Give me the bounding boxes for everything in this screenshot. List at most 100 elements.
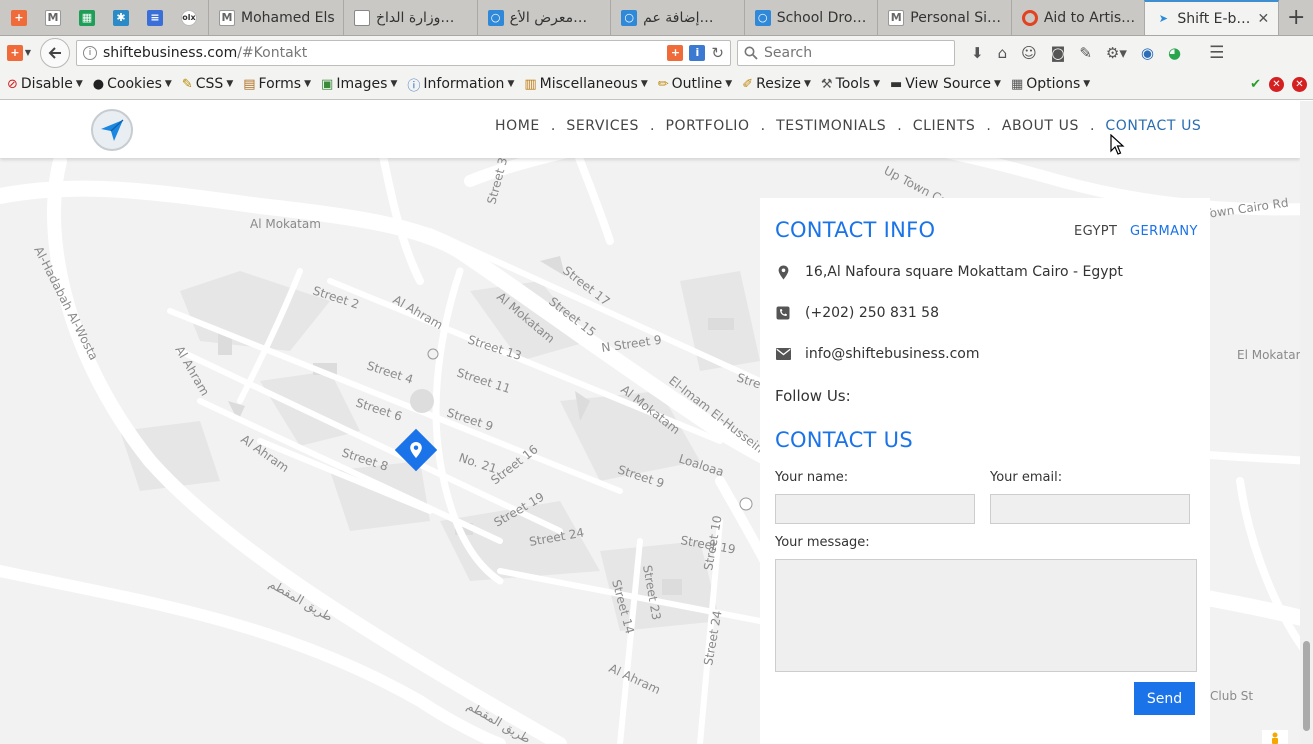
search-bar[interactable] [737,39,955,66]
pen-icon[interactable]: ✎ [1079,44,1092,62]
nav-home[interactable]: HOME [495,118,540,134]
nav-clients[interactable]: CLIENTS [913,118,976,134]
pocket-icon[interactable]: ◙ [1051,44,1066,62]
nav-about-us[interactable]: ABOUT US [1002,118,1079,134]
source-window-icon: ▬ [889,76,903,92]
svg-text:Al Mokatam: Al Mokatam [250,217,321,231]
new-tab-button[interactable]: + [1279,0,1313,35]
devbar-information[interactable]: ⓘ Information ▼ [402,75,519,94]
pencil-icon: ✏ [657,76,669,92]
doc-icon [354,9,370,26]
scrollbar-thumb[interactable] [1303,641,1310,731]
country-germany-link[interactable]: GERMANY [1130,224,1198,239]
back-arrow-icon [48,46,61,59]
devbar-options[interactable]: ▦ Options ▼ [1006,76,1095,92]
hamburger-menu-icon[interactable]: ☰ [1209,43,1224,63]
pinned-tab-asterisk[interactable]: ✱ [106,1,136,35]
location-pin-icon [410,442,422,458]
tab-title: Aid to Artis… [1043,9,1136,26]
email-link[interactable]: info@shiftebusiness.com [805,346,979,362]
tab[interactable]: Aid to Artis… [1010,0,1145,35]
pinned-tab-sheets[interactable]: ▦ [72,1,102,35]
name-input[interactable] [775,494,975,524]
phone-icon [775,306,791,320]
ruler-icon: ✐ [742,76,754,92]
search-input[interactable] [764,44,934,61]
nav-separator: . [760,118,766,134]
tab[interactable]: M Personal Si… [877,0,1011,35]
addon-menu-button[interactable]: + ▼ [4,40,34,66]
nav-portfolio[interactable]: PORTFOLIO [666,118,750,134]
devbar-tools[interactable]: ⚒ Tools ▼ [816,76,885,92]
devbar-css[interactable]: ✎ CSS ▼ [177,76,238,92]
devbar-view-source[interactable]: ▬ View Source ▼ [885,76,1006,92]
paper-plane-logo-icon [101,119,124,141]
opera-icon [1021,9,1038,26]
address-text: 16,Al Nafoura square Mokattam Cairo - Eg… [805,264,1123,280]
devbar-status-icons: ✔ ✕ ✕ [1250,76,1311,92]
nav-services[interactable]: SERVICES [566,118,639,134]
tab[interactable]: ○ School Dro… [743,0,878,35]
tab-active[interactable]: ➤ Shift E-b… ✕ [1144,0,1280,35]
sheets-icon: ▦ [79,9,95,26]
wrench-icon: ⚒ [820,76,833,92]
pinned-tab-olx[interactable]: olx [174,1,204,35]
error-icon[interactable]: ✕ [1269,76,1284,92]
nav-testimonials[interactable]: TESTIMONIALS [776,118,886,134]
info-addon-icon[interactable]: i [689,44,706,61]
caret-icon: ▼ [1083,79,1091,89]
folder-icon: ▥ [524,76,537,92]
tab[interactable]: وزارة الداخ… [343,0,477,35]
pinned-tab-docs[interactable]: ≡ [140,1,170,35]
country-egypt-link[interactable]: EGYPT [1074,224,1117,239]
devbar-cookies[interactable]: ● Cookies ▼ [88,76,177,92]
site-logo[interactable] [91,109,133,151]
smiley-icon[interactable]: ☺ [1021,44,1037,62]
reload-icon[interactable]: ↻ [711,44,724,62]
tab[interactable]: ○ معرض الأع… [476,0,611,35]
url-host: shiftebusiness.com [103,44,238,61]
home-icon[interactable]: ⌂ [998,44,1008,62]
info-icon[interactable]: i [83,45,97,60]
email-label: Your email: [990,470,1063,485]
devbar-label: Options [1026,76,1081,92]
tab[interactable]: M Mohamed Elsa… [208,0,343,35]
pinned-tab-new-addon[interactable]: + [4,1,34,35]
message-textarea[interactable] [775,559,1197,672]
plus-addon-icon[interactable]: + [667,44,684,61]
devbar-resize[interactable]: ✐ Resize ▼ [737,76,816,92]
devbar-images[interactable]: ▣ Images ▼ [316,76,402,92]
page-scrollbar[interactable] [1300,101,1313,744]
olx-icon: olx [181,9,197,26]
tab-title: وزارة الداخ… [376,9,455,26]
tab[interactable]: ○ إضافة عم… [610,0,744,35]
send-button[interactable]: Send [1134,682,1195,715]
back-button[interactable] [40,37,70,68]
navigation-toolbar: +▼ i shiftebusiness.com/#Kontakt + i ↻ ⬇… [0,36,1313,69]
devbar-miscellaneous[interactable]: ▥ Miscellaneous ▼ [519,76,652,92]
tools-icon[interactable]: ⚙▾ [1106,44,1127,62]
nav-contact-us[interactable]: CONTACT US [1105,118,1201,134]
street-view-pegman-icon[interactable] [1262,730,1288,744]
url-bar[interactable]: i shiftebusiness.com/#Kontakt + i ↻ [76,39,731,66]
gmail-icon: M [45,9,61,26]
globe-icon[interactable]: ◉ [1141,44,1154,62]
nav-separator: . [986,118,991,134]
devbar-disable[interactable]: ⊘ Disable ▼ [2,76,88,92]
plus-addon-icon: + [6,44,23,61]
check-icon[interactable]: ✔ [1250,77,1261,92]
tab-title: معرض الأع… [509,9,588,26]
download-icon[interactable]: ⬇ [971,44,984,62]
devbar-outline[interactable]: ✏ Outline ▼ [653,76,737,92]
svg-text:Club St: Club St [1210,689,1253,703]
url-text[interactable]: shiftebusiness.com/#Kontakt [103,45,661,61]
error-icon[interactable]: ✕ [1292,76,1307,92]
info-icon: ⓘ [407,78,421,94]
devbar-forms[interactable]: ▤ Forms ▼ [238,76,316,92]
pinned-tab-gmail[interactable]: M [38,1,68,35]
map-marker-icon [775,265,791,280]
close-tab-icon[interactable]: ✕ [1256,11,1270,27]
email-input[interactable] [990,494,1190,524]
devbar-label: Information [423,76,505,92]
color-wheel-icon[interactable]: ◕ [1168,44,1181,62]
